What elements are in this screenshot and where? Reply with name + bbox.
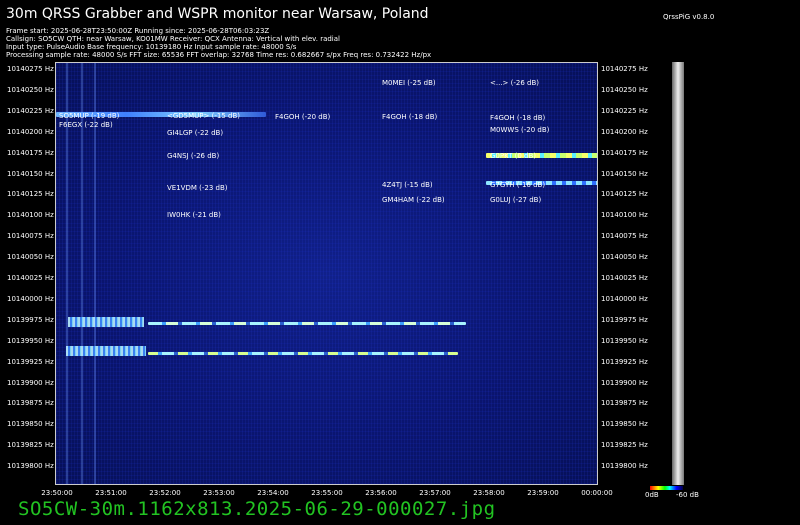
frequency-tick-label-left: 10140025 Hz: [7, 274, 54, 282]
frequency-tick-label-left: 10140100 Hz: [7, 211, 54, 220]
time-tick-label: 23:55:00: [311, 489, 343, 497]
frequency-tick-label-right: 10140225 Hz: [601, 106, 648, 115]
frequency-tick-label-left: 10140050 Hz: [7, 253, 54, 262]
time-tick-label: 23:53:00: [203, 489, 235, 497]
frequency-tick-label-left: 10139950 Hz: [7, 336, 54, 345]
info-line-callsign: Callsign: SO5CW QTH: near Warsaw, KO01MW…: [6, 35, 340, 43]
frequency-tick-label-left: 10139825 Hz: [7, 441, 54, 450]
frequency-tick-label-left: 10139850 Hz: [7, 420, 54, 429]
frequency-tick-label-left: 10140075 Hz: [7, 232, 54, 241]
frequency-tick-label-left: 10140125 Hz: [7, 190, 54, 199]
scale-min-label: -60 dB: [676, 491, 699, 499]
frequency-tick-label-right: 10139925 Hz: [601, 357, 648, 366]
time-tick-label: 00:00:00: [581, 489, 613, 497]
time-tick-label: 23:56:00: [365, 489, 397, 497]
wspr-spot-label: F4GOH (-20 dB): [275, 113, 331, 122]
wspr-spot-label: SO5MUP (-19 dB): [59, 112, 120, 121]
signal-burst: [66, 346, 146, 356]
time-tick-label: 23:59:00: [527, 489, 559, 497]
signal-burst: [68, 317, 144, 327]
frequency-tick-label-right: 10140025 Hz: [601, 274, 648, 282]
time-tick-label: 23:52:00: [149, 489, 181, 497]
wspr-spot-label: G0LUJ (-27 dB): [490, 195, 542, 204]
time-tick-label: 23:58:00: [473, 489, 505, 497]
frequency-tick-label-right: 10140250 Hz: [601, 85, 648, 94]
frequency-tick-label-left: 10139875 Hz: [7, 399, 54, 408]
wspr-spot-label: <GD5MUP> (-15 dB): [167, 112, 240, 121]
version-label: QrssPiG v0.8.0: [663, 13, 715, 21]
wspr-spot-label: VE1VDM (-23 dB): [167, 184, 228, 193]
wspr-spot-label: 4Z4TJ (-15 dB): [382, 180, 433, 189]
frequency-tick-label-right: 10140275 Hz: [601, 65, 648, 73]
frequency-tick-label-right: 10140125 Hz: [601, 190, 648, 199]
wspr-spot-label: M0WWS (-20 dB): [490, 125, 550, 134]
wspr-spot-label: F4GOH (-18 dB): [382, 113, 438, 122]
frequency-tick-label-left: 10140000 Hz: [7, 294, 54, 303]
frequency-tick-label-right: 10139900 Hz: [601, 378, 648, 387]
frequency-tick-label-left: 10139800 Hz: [7, 462, 54, 471]
frequency-tick-label-left: 10140175 Hz: [7, 148, 54, 157]
qrss-trace: [148, 352, 458, 355]
info-line-input: Input type: PulseAudio Base frequency: 1…: [6, 43, 297, 51]
wspr-spot-label: F4GOH (-18 dB): [490, 113, 546, 122]
frequency-tick-label-right: 10140150 Hz: [601, 169, 648, 178]
frequency-tick-label-right: 10139950 Hz: [601, 336, 648, 345]
wspr-spot-label: M0MEI (-25 dB): [382, 78, 436, 87]
wspr-spot-label: G0PKT (0 dB): [490, 152, 537, 161]
time-tick-label: 23:51:00: [95, 489, 127, 497]
time-tick-label: 23:50:00: [41, 489, 73, 497]
frequency-tick-label-right: 10139850 Hz: [601, 420, 648, 429]
qrss-trace: [148, 322, 466, 325]
footer-filename: SO5CW-30m.1162x813.2025-06-29-000027.jpg: [18, 498, 496, 520]
frequency-tick-label-right: 10140200 Hz: [601, 127, 648, 136]
scale-max-label: 0dB: [645, 491, 659, 499]
time-tick-label: 23:54:00: [257, 489, 289, 497]
frequency-tick-label-right: 10140050 Hz: [601, 253, 648, 262]
frequency-tick-label-left: 10139900 Hz: [7, 378, 54, 387]
frequency-tick-label-right: 10140075 Hz: [601, 232, 648, 241]
color-scale: [650, 486, 683, 490]
wspr-spot-label: IW0HK (-21 dB): [167, 210, 221, 219]
wspr-spot-label: <...> (-26 dB): [490, 78, 539, 87]
frequency-tick-label-left: 10139925 Hz: [7, 357, 54, 366]
wspr-spot-label: G7GYH (-16 dB): [490, 180, 546, 189]
page-title: 30m QRSS Grabber and WSPR monitor near W…: [6, 6, 429, 22]
frequency-tick-label-right: 10139825 Hz: [601, 441, 648, 450]
wspr-spot-label: G4NSJ (-26 dB): [167, 152, 220, 161]
frequency-tick-label-right: 10140175 Hz: [601, 148, 648, 157]
frequency-tick-label-left: 10139975 Hz: [7, 315, 54, 324]
frequency-tick-label-left: 10140150 Hz: [7, 169, 54, 178]
wspr-spot-label: GI4LGP (-22 dB): [167, 129, 224, 137]
frequency-tick-label-right: 10139975 Hz: [601, 315, 648, 324]
info-line-frame-start: Frame start: 2025-06-28T23:50:00Z Runnin…: [6, 27, 270, 35]
spectrogram: M0MEI (-25 dB) <...> (-26 dB) SO5MUP (-19 …: [55, 62, 598, 485]
frequency-tick-label-left: 10140225 Hz: [7, 106, 54, 115]
frequency-tick-label-left: 10140250 Hz: [7, 85, 54, 94]
frequency-tick-label-right: 10139800 Hz: [601, 462, 648, 471]
frequency-tick-label-right: 10139875 Hz: [601, 399, 648, 408]
wspr-spot-label: F6EGX (-22 dB): [59, 120, 113, 129]
frequency-tick-label-right: 10140000 Hz: [601, 294, 648, 303]
frequency-tick-label-left: 10140275 Hz: [7, 65, 54, 73]
frequency-tick-label-left: 10140200 Hz: [7, 127, 54, 136]
time-tick-label: 23:57:00: [419, 489, 451, 497]
wspr-spot-label: GM4HAM (-22 dB): [382, 195, 445, 204]
info-line-processing: Processing sample rate: 48000 S/s FFT si…: [6, 51, 432, 59]
spectrum-sidebar: [672, 62, 684, 485]
frequency-tick-label-right: 10140100 Hz: [601, 211, 648, 220]
